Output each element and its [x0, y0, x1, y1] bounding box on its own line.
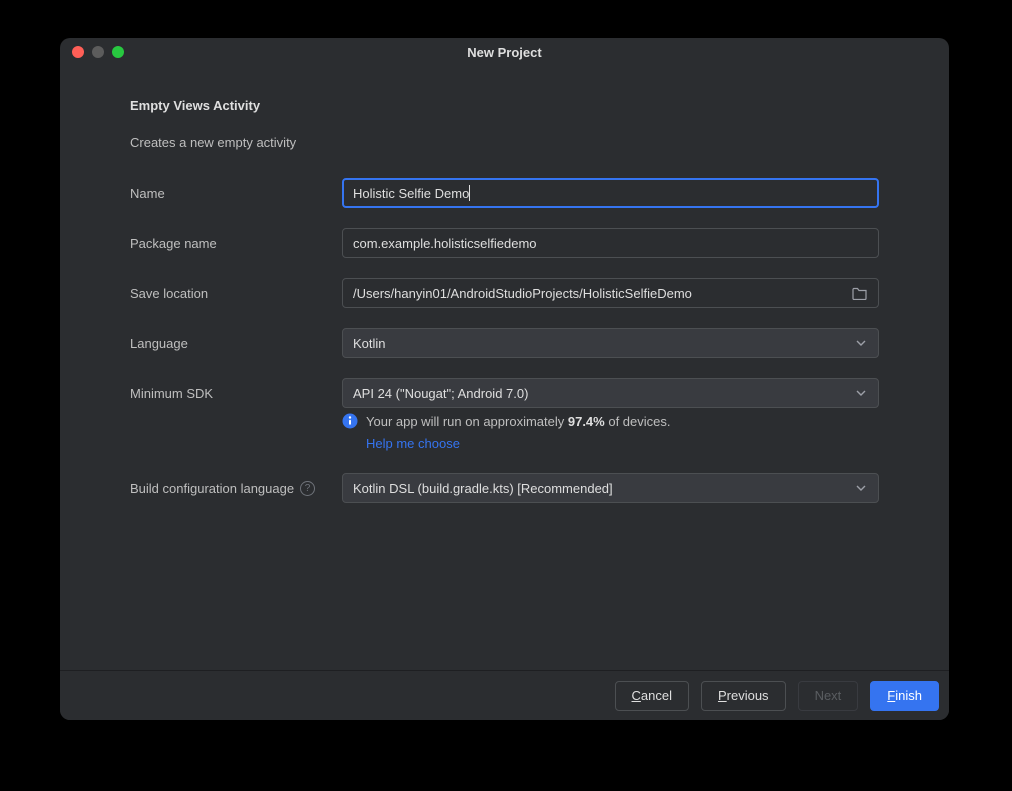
- next-label: Next: [815, 688, 842, 703]
- package-input[interactable]: com.example.holisticselfiedemo: [342, 228, 879, 258]
- cancel-rest: ancel: [641, 688, 672, 703]
- buildlang-label: Build configuration language ?: [130, 481, 342, 496]
- browse-folder-icon[interactable]: [852, 286, 868, 300]
- close-window-button[interactable]: [72, 46, 84, 58]
- buildlang-select-value: Kotlin DSL (build.gradle.kts) [Recommend…: [353, 481, 613, 496]
- text-caret: [469, 185, 470, 201]
- info-percent: 97.4%: [568, 414, 605, 429]
- device-coverage-info: Your app will run on approximately 97.4%…: [342, 412, 879, 453]
- finish-rest: inish: [895, 688, 922, 703]
- info-prefix: Your app will run on approximately: [366, 414, 568, 429]
- buildlang-label-text: Build configuration language: [130, 481, 294, 496]
- location-label: Save location: [130, 286, 342, 301]
- name-input-value: Holistic Selfie Demo: [353, 186, 469, 201]
- titlebar: New Project: [60, 38, 949, 66]
- chevron-down-icon: [854, 481, 868, 495]
- location-input[interactable]: /Users/hanyin01/AndroidStudioProjects/Ho…: [342, 278, 879, 308]
- template-subheading: Creates a new empty activity: [130, 135, 879, 150]
- dialog-content: Empty Views Activity Creates a new empty…: [60, 66, 949, 670]
- help-icon[interactable]: ?: [300, 481, 315, 496]
- buildlang-select[interactable]: Kotlin DSL (build.gradle.kts) [Recommend…: [342, 473, 879, 503]
- minimize-window-button: [92, 46, 104, 58]
- language-label: Language: [130, 336, 342, 351]
- minsdk-select-value: API 24 ("Nougat"; Android 7.0): [353, 386, 528, 401]
- cancel-button[interactable]: Cancel: [615, 681, 689, 711]
- info-icon: [342, 413, 358, 429]
- name-label: Name: [130, 186, 342, 201]
- template-heading: Empty Views Activity: [130, 98, 879, 113]
- language-select-value: Kotlin: [353, 336, 386, 351]
- chevron-down-icon: [854, 386, 868, 400]
- name-row: Name Holistic Selfie Demo: [130, 178, 879, 208]
- dialog-window: New Project Empty Views Activity Creates…: [60, 38, 949, 720]
- finish-button[interactable]: Finish: [870, 681, 939, 711]
- info-suffix: of devices.: [605, 414, 671, 429]
- name-input[interactable]: Holistic Selfie Demo: [342, 178, 879, 208]
- chevron-down-icon: [854, 336, 868, 350]
- minsdk-label: Minimum SDK: [130, 386, 342, 401]
- package-label: Package name: [130, 236, 342, 251]
- next-button: Next: [798, 681, 859, 711]
- window-controls: [72, 46, 124, 58]
- previous-rest: revious: [727, 688, 769, 703]
- package-input-value: com.example.holisticselfiedemo: [353, 236, 537, 251]
- help-me-choose-link[interactable]: Help me choose: [366, 434, 671, 454]
- buildlang-row: Build configuration language ? Kotlin DS…: [130, 473, 879, 503]
- device-coverage-text: Your app will run on approximately 97.4%…: [366, 412, 671, 453]
- maximize-window-button[interactable]: [112, 46, 124, 58]
- location-input-value: /Users/hanyin01/AndroidStudioProjects/Ho…: [353, 286, 692, 301]
- package-row: Package name com.example.holisticselfied…: [130, 228, 879, 258]
- language-row: Language Kotlin: [130, 328, 879, 358]
- minsdk-select[interactable]: API 24 ("Nougat"; Android 7.0): [342, 378, 879, 408]
- minsdk-row: Minimum SDK API 24 ("Nougat"; Android 7.…: [130, 378, 879, 408]
- location-row: Save location /Users/hanyin01/AndroidStu…: [130, 278, 879, 308]
- previous-button[interactable]: Previous: [701, 681, 786, 711]
- dialog-footer: Cancel Previous Next Finish: [60, 670, 949, 720]
- language-select[interactable]: Kotlin: [342, 328, 879, 358]
- window-title: New Project: [60, 45, 949, 60]
